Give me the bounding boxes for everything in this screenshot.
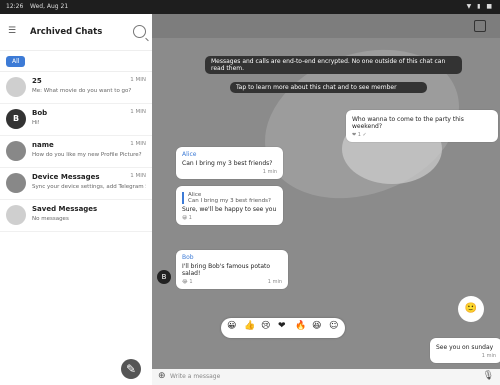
chat-time: 1 MIN — [130, 141, 146, 147]
chat-time: 1 MIN — [130, 173, 146, 179]
message-text: See you on sunday — [436, 344, 494, 351]
mic-icon[interactable]: 🎙 — [483, 371, 494, 381]
reply-message[interactable]: Alice Can I bring my 3 best friends? Sur… — [176, 186, 283, 225]
chat-toolbar — [152, 14, 500, 38]
info-banner: Tap to learn more about this chat and to… — [230, 82, 427, 93]
folder-tabs: All — [0, 51, 152, 72]
chat-name: 25 — [32, 77, 42, 85]
message-time: 1 min — [267, 279, 282, 285]
message-reactions: ❤ 1 ✓ — [352, 132, 367, 138]
avatar — [6, 205, 26, 225]
reaction-thumbs-up-icon[interactable]: 👍 — [244, 321, 255, 331]
message-reactions: 😂 1 — [182, 279, 193, 285]
avatar — [6, 173, 26, 193]
chat-item[interactable]: name 1 MIN How do you like my new Profil… — [0, 136, 152, 168]
avatar — [6, 77, 26, 97]
chat-preview: Sync your device settings, add Telegram … — [32, 184, 146, 190]
message-sender: Alice — [182, 151, 197, 158]
message-time: 1 min — [481, 353, 496, 359]
chat-item[interactable]: Device Messages 1 MIN Sync your device s… — [0, 168, 152, 200]
archived-chats-panel: ☰ Archived Chats All 25 1 MIN Me: What m… — [0, 14, 153, 385]
search-icon[interactable] — [133, 25, 146, 38]
more-icon[interactable] — [474, 20, 486, 32]
status-bar: 12:26 Wed, Aug 21 ▼ ▮ ■ — [0, 0, 500, 14]
chat-name: Saved Messages — [32, 205, 98, 213]
menu-icon[interactable]: ☰ — [8, 26, 16, 36]
message-input-bar: ⊕ Write a message 🎙 — [152, 369, 500, 385]
incoming-message[interactable]: Alice Can I bring my 3 best friends? 1 m… — [176, 147, 283, 179]
message-text: Sure, we'll be happy to see you — [182, 206, 277, 213]
tab-all[interactable]: All — [6, 56, 26, 67]
chat-preview: No messages — [32, 216, 69, 222]
avatar: B — [6, 109, 26, 129]
message-text: I'll bring Bob's famous potato salad! — [182, 263, 271, 277]
incoming-message[interactable]: Bob I'll bring Bob's famous potato salad… — [176, 250, 288, 289]
avatar — [6, 141, 26, 161]
chat-item[interactable]: 25 1 MIN Me: What movie do you want to g… — [0, 72, 152, 104]
chat-name: Device Messages — [32, 173, 100, 181]
outgoing-message[interactable]: See you on sunday 1 min — [430, 338, 500, 363]
reaction-sad-icon[interactable]: 😢 — [261, 321, 270, 331]
chat-preview: Hi! — [32, 120, 40, 126]
status-date: Wed, Aug 21 — [30, 3, 69, 10]
chat-time: 1 MIN — [130, 109, 146, 115]
message-text: Can I bring my 3 best friends? — [182, 160, 273, 167]
message-reactions: 😀 1 — [182, 215, 192, 221]
reaction-grin-icon[interactable]: 😀 — [227, 321, 236, 331]
attach-icon[interactable]: ⊕ — [158, 371, 166, 381]
compose-button[interactable]: ✎ — [121, 359, 141, 379]
reply-quote: Alice Can I bring my 3 best friends? — [182, 192, 277, 204]
chat-item[interactable]: Saved Messages No messages — [0, 200, 152, 232]
reaction-smile-icon[interactable]: ☺ — [329, 321, 338, 331]
message-input[interactable]: Write a message — [170, 373, 220, 380]
chat-preview: How do you like my new Profile Picture? — [32, 152, 142, 158]
message-time: 1 min — [262, 169, 277, 175]
encryption-banner: Messages and calls are end-to-end encryp… — [205, 56, 462, 74]
chat-item[interactable]: B Bob 1 MIN Hi! — [0, 104, 152, 136]
message-text: Who wanna to come to the party this week… — [352, 116, 464, 130]
panel-header: ☰ Archived Chats — [0, 14, 152, 51]
chat-preview: Me: What movie do you want to go? — [32, 88, 132, 94]
reaction-laugh-icon[interactable]: 😆 — [312, 321, 321, 331]
chat-time: 1 MIN — [130, 77, 146, 83]
message-sender: Bob — [182, 254, 194, 261]
system-icons: ▼ ▮ ■ — [466, 3, 494, 10]
big-emoji: 🙂 — [458, 296, 484, 322]
avatar[interactable]: B — [157, 270, 171, 284]
reply-text: Can I bring my 3 best friends? — [188, 198, 271, 204]
outgoing-message[interactable]: Who wanna to come to the party this week… — [346, 110, 498, 142]
panel-title: Archived Chats — [30, 27, 103, 37]
reaction-picker: 😀 👍 😢 ❤ 🔥 😆 ☺ — [221, 318, 345, 338]
reaction-fire-icon[interactable]: 🔥 — [295, 321, 306, 331]
chat-name: Bob — [32, 109, 48, 117]
chat-name: name — [32, 141, 54, 149]
status-time: 12:26 — [6, 3, 24, 10]
reaction-heart-icon[interactable]: ❤ — [278, 321, 286, 331]
